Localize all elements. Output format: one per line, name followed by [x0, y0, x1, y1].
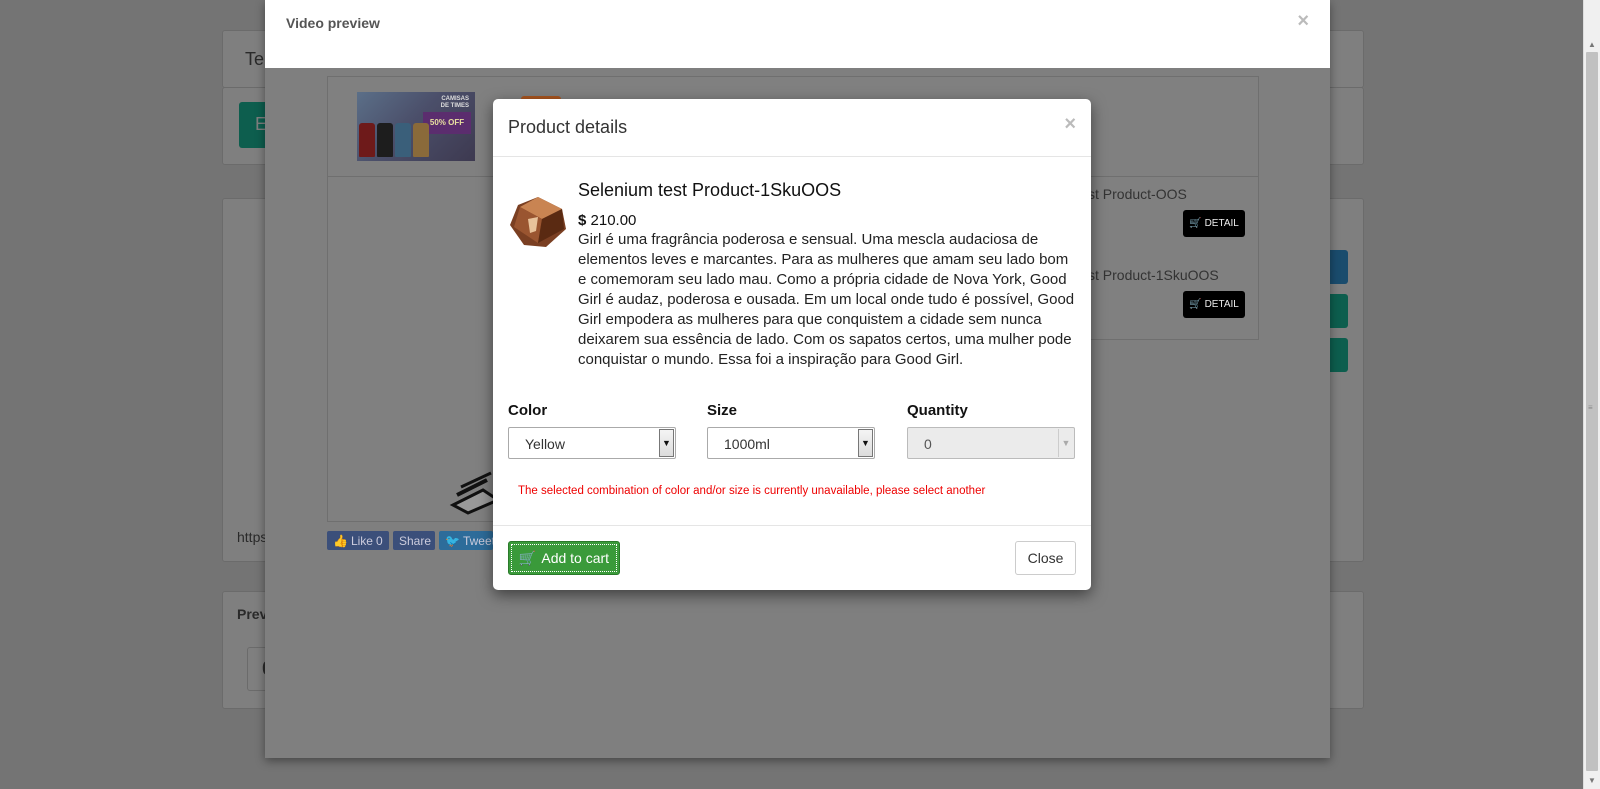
chevron-down-icon[interactable]: ▼	[659, 429, 674, 457]
currency-symbol: $	[578, 212, 587, 229]
chevron-down-icon[interactable]: ▼	[858, 429, 873, 457]
chevron-down-icon: ▼	[1058, 429, 1073, 457]
video-preview-close-icon[interactable]: ×	[1297, 10, 1309, 33]
scroll-down-icon[interactable]: ▼	[1587, 776, 1597, 785]
store-banner-image: CAMISAS DE TIMES 50% OFF	[357, 92, 475, 161]
shirt-icon	[377, 123, 393, 157]
shirt-icon	[395, 123, 411, 157]
video-preview-strip	[265, 48, 1330, 68]
banner-badge: 50% OFF	[423, 112, 471, 134]
cart-icon: 🛒	[518, 549, 537, 566]
video-preview-title: Video preview	[286, 15, 380, 31]
quantity-label: Quantity	[907, 402, 968, 419]
shirt-icon	[413, 123, 429, 157]
tweet-button[interactable]: 🐦 Tweet	[439, 531, 495, 550]
price-value: 210.00	[590, 212, 637, 229]
bg-product-name-2[interactable]: st Product-1SkuOOS	[1088, 267, 1219, 283]
banner-heading: CAMISAS DE TIMES	[440, 96, 469, 109]
close-button[interactable]: Close	[1015, 541, 1076, 575]
thumbs-up-icon: 👍	[333, 533, 348, 548]
product-name: Selenium test Product-1SkuOOS	[578, 180, 842, 200]
product-image	[510, 197, 566, 247]
color-label: Color	[508, 402, 548, 419]
quantity-select-value: 0	[924, 436, 932, 452]
add-to-cart-label: Add to cart	[541, 550, 610, 566]
bg-detail-button-2[interactable]: 🛒 DETAIL	[1183, 291, 1245, 318]
facebook-share-button[interactable]: Share	[393, 531, 435, 550]
size-label: Size	[707, 402, 738, 419]
page-scrollbar[interactable]: ▲ ≡ ▼	[1583, 0, 1600, 789]
shirt-icon	[359, 123, 375, 157]
product-price: $ 210.00	[578, 212, 636, 229]
product-details-title: Product details	[508, 117, 628, 137]
cart-icon: 🛒	[1189, 299, 1202, 310]
size-select-value: 1000ml	[724, 436, 770, 452]
video-preview-header: Video preview ×	[265, 0, 1330, 49]
color-select[interactable]: Yellow ▼	[508, 427, 676, 459]
bg-product-name-1[interactable]: st Product-OOS	[1088, 186, 1187, 202]
facebook-like-button[interactable]: 👍 Like 0	[327, 531, 389, 550]
product-details-modal: Product details × Selenium test Product-…	[493, 99, 1091, 590]
unavailable-error-message: The selected combination of color and/or…	[518, 485, 986, 497]
color-select-value: Yellow	[525, 436, 565, 452]
grip-icon: ≡	[1588, 403, 1593, 412]
cart-icon: 🛒	[1189, 218, 1202, 229]
add-to-cart-button[interactable]: 🛒 Add to cart	[508, 541, 620, 575]
twitter-icon: 🐦	[445, 533, 460, 548]
scroll-up-icon[interactable]: ▲	[1587, 40, 1597, 49]
product-description: Girl é uma fragrância poderosa e sensual…	[578, 231, 1075, 368]
quantity-select[interactable]: 0 ▼	[907, 427, 1075, 459]
size-select[interactable]: 1000ml ▼	[707, 427, 875, 459]
product-details-close-icon[interactable]: ×	[1064, 113, 1076, 136]
modal-footer-divider	[493, 525, 1091, 526]
product-details-header: Product details ×	[493, 99, 1091, 157]
bg-detail-button-1[interactable]: 🛒 DETAIL	[1183, 210, 1245, 237]
